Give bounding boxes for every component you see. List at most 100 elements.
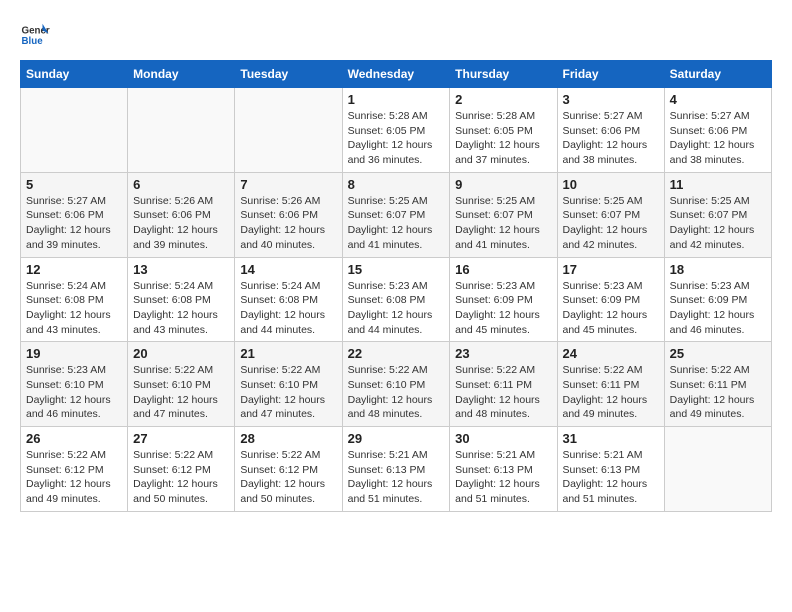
day-number: 23	[455, 346, 551, 361]
day-number: 12	[26, 262, 122, 277]
day-info: Sunrise: 5:27 AM Sunset: 6:06 PM Dayligh…	[26, 194, 122, 253]
day-info: Sunrise: 5:28 AM Sunset: 6:05 PM Dayligh…	[455, 109, 551, 168]
day-number: 26	[26, 431, 122, 446]
day-info: Sunrise: 5:26 AM Sunset: 6:06 PM Dayligh…	[240, 194, 336, 253]
day-info: Sunrise: 5:22 AM Sunset: 6:11 PM Dayligh…	[455, 363, 551, 422]
calendar-cell: 25 Sunrise: 5:22 AM Sunset: 6:11 PM Dayli…	[664, 342, 771, 427]
logo-icon: General Blue	[20, 20, 50, 50]
calendar-cell	[235, 88, 342, 173]
calendar-cell: 10 Sunrise: 5:25 AM Sunset: 6:07 PM Dayli…	[557, 172, 664, 257]
day-info: Sunrise: 5:22 AM Sunset: 6:10 PM Dayligh…	[240, 363, 336, 422]
svg-text:Blue: Blue	[22, 36, 44, 47]
day-info: Sunrise: 5:22 AM Sunset: 6:10 PM Dayligh…	[133, 363, 229, 422]
calendar-cell	[21, 88, 128, 173]
day-info: Sunrise: 5:26 AM Sunset: 6:06 PM Dayligh…	[133, 194, 229, 253]
day-number: 2	[455, 92, 551, 107]
calendar-week-row: 12 Sunrise: 5:24 AM Sunset: 6:08 PM Dayli…	[21, 257, 772, 342]
calendar-cell: 19Sunrise: 5:23 AM Sunset: 6:10 PM Dayli…	[21, 342, 128, 427]
column-header-saturday: Saturday	[664, 61, 771, 88]
calendar-cell: 5 Sunrise: 5:27 AM Sunset: 6:06 PM Daylig…	[21, 172, 128, 257]
day-number: 25	[670, 346, 766, 361]
day-info: Sunrise: 5:24 AM Sunset: 6:08 PM Dayligh…	[26, 279, 122, 338]
calendar-cell: 24 Sunrise: 5:22 AM Sunset: 6:11 PM Dayli…	[557, 342, 664, 427]
calendar-cell: 15 Sunrise: 5:23 AM Sunset: 6:08 PM Dayli…	[342, 257, 450, 342]
day-info: Sunrise: 5:28 AM Sunset: 6:05 PM Dayligh…	[348, 109, 445, 168]
day-number: 28	[240, 431, 336, 446]
day-info: Sunrise: 5:22 AM Sunset: 6:11 PM Dayligh…	[670, 363, 766, 422]
day-info: Sunrise: 5:22 AM Sunset: 6:10 PM Dayligh…	[348, 363, 445, 422]
calendar-cell: 26 Sunrise: 5:22 AM Sunset: 6:12 PM Dayli…	[21, 427, 128, 512]
day-info: Sunrise: 5:23 AM Sunset: 6:08 PM Dayligh…	[348, 279, 445, 338]
day-number: 16	[455, 262, 551, 277]
day-info: Sunrise: 5:27 AM Sunset: 6:06 PM Dayligh…	[563, 109, 659, 168]
day-number: 4	[670, 92, 766, 107]
day-number: 30	[455, 431, 551, 446]
calendar-cell: 13 Sunrise: 5:24 AM Sunset: 6:08 PM Dayli…	[128, 257, 235, 342]
day-number: 22	[348, 346, 445, 361]
day-number: 18	[670, 262, 766, 277]
day-number: 14	[240, 262, 336, 277]
calendar-cell: 2 Sunrise: 5:28 AM Sunset: 6:05 PM Daylig…	[450, 88, 557, 173]
calendar-header-row: SundayMondayTuesdayWednesdayThursdayFrid…	[21, 61, 772, 88]
day-number: 9	[455, 177, 551, 192]
calendar-cell: 20 Sunrise: 5:22 AM Sunset: 6:10 PM Dayli…	[128, 342, 235, 427]
day-number: 1	[348, 92, 445, 107]
day-number: 5	[26, 177, 122, 192]
day-info: Sunrise: 5:24 AM Sunset: 6:08 PM Dayligh…	[133, 279, 229, 338]
column-header-monday: Monday	[128, 61, 235, 88]
calendar-cell: 21 Sunrise: 5:22 AM Sunset: 6:10 PM Dayli…	[235, 342, 342, 427]
calendar-cell: 28 Sunrise: 5:22 AM Sunset: 6:12 PM Dayli…	[235, 427, 342, 512]
day-info: Sunrise: 5:25 AM Sunset: 6:07 PM Dayligh…	[455, 194, 551, 253]
day-number: 17	[563, 262, 659, 277]
calendar-week-row: 5 Sunrise: 5:27 AM Sunset: 6:06 PM Daylig…	[21, 172, 772, 257]
calendar-cell: 16 Sunrise: 5:23 AM Sunset: 6:09 PM Dayli…	[450, 257, 557, 342]
calendar-cell	[664, 427, 771, 512]
calendar-cell: 4 Sunrise: 5:27 AM Sunset: 6:06 PM Daylig…	[664, 88, 771, 173]
calendar-cell: 30Sunrise: 5:21 AM Sunset: 6:13 PM Dayli…	[450, 427, 557, 512]
day-number: 29	[348, 431, 445, 446]
day-number: 7	[240, 177, 336, 192]
calendar-cell: 17 Sunrise: 5:23 AM Sunset: 6:09 PM Dayli…	[557, 257, 664, 342]
calendar-cell: 29 Sunrise: 5:21 AM Sunset: 6:13 PM Dayli…	[342, 427, 450, 512]
calendar-cell: 7 Sunrise: 5:26 AM Sunset: 6:06 PM Daylig…	[235, 172, 342, 257]
day-info: Sunrise: 5:22 AM Sunset: 6:12 PM Dayligh…	[133, 448, 229, 507]
day-number: 10	[563, 177, 659, 192]
day-info: Sunrise: 5:25 AM Sunset: 6:07 PM Dayligh…	[563, 194, 659, 253]
calendar-week-row: 26 Sunrise: 5:22 AM Sunset: 6:12 PM Dayli…	[21, 427, 772, 512]
calendar-table: SundayMondayTuesdayWednesdayThursdayFrid…	[20, 60, 772, 512]
calendar-cell: 9 Sunrise: 5:25 AM Sunset: 6:07 PM Daylig…	[450, 172, 557, 257]
day-number: 15	[348, 262, 445, 277]
column-header-friday: Friday	[557, 61, 664, 88]
day-number: 27	[133, 431, 229, 446]
day-number: 13	[133, 262, 229, 277]
day-info: Sunrise: 5:21 AM Sunset: 6:13 PM Dayligh…	[348, 448, 445, 507]
day-info: Sunrise: 5:21 AM Sunset: 6:13 PM Dayligh…	[563, 448, 659, 507]
day-info: Sunrise: 5:27 AM Sunset: 6:06 PM Dayligh…	[670, 109, 766, 168]
calendar-cell: 8Sunrise: 5:25 AM Sunset: 6:07 PM Daylig…	[342, 172, 450, 257]
day-info: Sunrise: 5:22 AM Sunset: 6:12 PM Dayligh…	[26, 448, 122, 507]
day-number: 6	[133, 177, 229, 192]
day-number: 19	[26, 346, 122, 361]
calendar-cell: 14 Sunrise: 5:24 AM Sunset: 6:08 PM Dayli…	[235, 257, 342, 342]
day-info: Sunrise: 5:22 AM Sunset: 6:11 PM Dayligh…	[563, 363, 659, 422]
day-info: Sunrise: 5:25 AM Sunset: 6:07 PM Dayligh…	[348, 194, 445, 253]
day-info: Sunrise: 5:24 AM Sunset: 6:08 PM Dayligh…	[240, 279, 336, 338]
day-info: Sunrise: 5:23 AM Sunset: 6:09 PM Dayligh…	[563, 279, 659, 338]
calendar-cell: 27 Sunrise: 5:22 AM Sunset: 6:12 PM Dayli…	[128, 427, 235, 512]
day-info: Sunrise: 5:23 AM Sunset: 6:09 PM Dayligh…	[455, 279, 551, 338]
calendar-week-row: 1 Sunrise: 5:28 AM Sunset: 6:05 PM Daylig…	[21, 88, 772, 173]
day-info: Sunrise: 5:23 AM Sunset: 6:09 PM Dayligh…	[670, 279, 766, 338]
day-number: 20	[133, 346, 229, 361]
day-info: Sunrise: 5:25 AM Sunset: 6:07 PM Dayligh…	[670, 194, 766, 253]
day-number: 31	[563, 431, 659, 446]
column-header-tuesday: Tuesday	[235, 61, 342, 88]
day-info: Sunrise: 5:22 AM Sunset: 6:12 PM Dayligh…	[240, 448, 336, 507]
day-number: 3	[563, 92, 659, 107]
day-number: 11	[670, 177, 766, 192]
page-header: General Blue	[20, 20, 772, 50]
calendar-cell: 3 Sunrise: 5:27 AM Sunset: 6:06 PM Daylig…	[557, 88, 664, 173]
column-header-wednesday: Wednesday	[342, 61, 450, 88]
calendar-cell: 6 Sunrise: 5:26 AM Sunset: 6:06 PM Daylig…	[128, 172, 235, 257]
day-number: 21	[240, 346, 336, 361]
day-number: 24	[563, 346, 659, 361]
